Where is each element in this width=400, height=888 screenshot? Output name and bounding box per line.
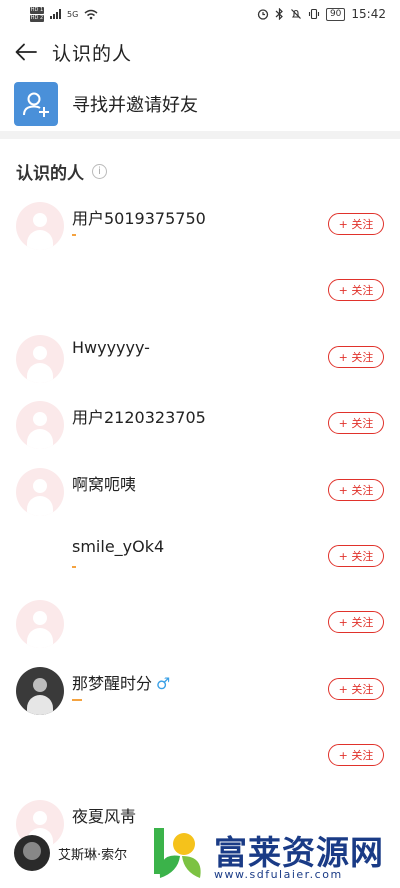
status-right: 90 15:42 bbox=[257, 7, 386, 21]
list-item[interactable]: + 关注 bbox=[0, 590, 400, 656]
mute-icon bbox=[291, 9, 301, 19]
avatar[interactable] bbox=[16, 202, 64, 250]
avatar[interactable] bbox=[16, 268, 64, 316]
avatar[interactable] bbox=[16, 534, 64, 582]
bluetooth-icon bbox=[275, 8, 283, 20]
list-item[interactable]: 啊窝呃咦 + 关注 bbox=[0, 458, 400, 524]
list-item[interactable]: + 关注 bbox=[0, 723, 400, 789]
alarm-icon bbox=[257, 9, 269, 20]
follow-button[interactable]: + 关注 bbox=[328, 213, 384, 235]
list-item[interactable]: 那梦醒时分 ♂ + 关注 bbox=[0, 657, 400, 723]
person-name: 夜夏风靑 bbox=[72, 806, 137, 826]
avatar[interactable] bbox=[16, 600, 64, 649]
follow-button[interactable]: + 关注 bbox=[328, 478, 384, 501]
app-header: 认识的人 bbox=[0, 30, 400, 74]
list-item[interactable]: + 关注 bbox=[0, 258, 400, 324]
bottom-user-name[interactable]: 艾斯琳·索尔 bbox=[58, 844, 127, 863]
watermark: 富莱资源网 www.sdfulaier.com bbox=[150, 818, 400, 888]
avatar[interactable] bbox=[16, 334, 64, 383]
sim-indicators: HD 1 HD 2 bbox=[30, 6, 44, 22]
list-item[interactable]: 用户5019375750 + 关注 bbox=[0, 192, 400, 258]
male-icon: ♂ bbox=[156, 673, 171, 693]
bottom-user-avatar[interactable] bbox=[14, 835, 50, 871]
page-title: 认识的人 bbox=[52, 42, 133, 65]
wifi-icon bbox=[84, 9, 98, 19]
status-bar: HD 1 HD 2 5G 90 15:42 bbox=[0, 0, 400, 28]
info-icon[interactable]: i bbox=[92, 164, 107, 179]
section-title: 认识的人 i bbox=[16, 159, 107, 184]
level-badge bbox=[72, 698, 82, 701]
arrow-left-icon bbox=[15, 43, 37, 61]
network-label: 5G bbox=[67, 9, 79, 19]
watermark-logo-icon bbox=[154, 828, 201, 878]
list-item[interactable]: smile_yOk4 + 关注 bbox=[0, 524, 400, 590]
watermark-text: 富莱资源网 bbox=[214, 833, 384, 872]
sim2-badge: HD 2 bbox=[30, 14, 44, 22]
follow-button[interactable]: + 关注 bbox=[328, 279, 384, 302]
signal-icon bbox=[50, 9, 61, 19]
person-name: 啊窝呃咦 bbox=[72, 474, 137, 494]
follow-button[interactable]: + 关注 bbox=[328, 345, 384, 368]
add-person-icon bbox=[14, 82, 58, 126]
follow-button[interactable]: + 关注 bbox=[328, 611, 384, 634]
person-name: Hwyyyyy- bbox=[72, 337, 150, 357]
follow-button[interactable]: + 关注 bbox=[328, 677, 384, 700]
sim1-badge: HD 1 bbox=[30, 6, 44, 14]
status-left: HD 1 HD 2 5G bbox=[30, 6, 98, 22]
people-list: 用户5019375750 + 关注 + 关注 Hwyyyyy- + 关注 用户2… bbox=[0, 192, 400, 856]
person-name: 用户5019375750 bbox=[72, 209, 206, 228]
person-name: 用户2120323705 bbox=[72, 408, 206, 428]
invite-friends-label: 寻找并邀请好友 bbox=[72, 95, 198, 116]
avatar[interactable] bbox=[16, 467, 64, 516]
avatar[interactable] bbox=[16, 733, 64, 781]
section-title-text: 认识的人 bbox=[16, 164, 84, 184]
list-item[interactable]: Hwyyyyy- + 关注 bbox=[0, 325, 400, 391]
invite-friends-row[interactable]: 寻找并邀请好友 bbox=[14, 82, 386, 126]
person-name: smile_yOk4 bbox=[72, 536, 165, 556]
section-divider bbox=[0, 131, 400, 139]
follow-button[interactable]: + 关注 bbox=[328, 544, 384, 567]
avatar[interactable] bbox=[16, 666, 64, 715]
level-badge bbox=[72, 565, 76, 568]
vibrate-icon bbox=[308, 8, 320, 20]
level-badge bbox=[72, 234, 76, 236]
battery-indicator: 90 bbox=[325, 7, 346, 21]
person-name-text: 那梦醒时分 bbox=[72, 673, 153, 693]
follow-button[interactable]: + 关注 bbox=[328, 744, 384, 767]
status-time: 15:42 bbox=[351, 7, 386, 21]
back-button[interactable] bbox=[0, 30, 52, 74]
person-name: 那梦醒时分 ♂ bbox=[72, 670, 170, 694]
avatar[interactable] bbox=[16, 401, 64, 450]
follow-button[interactable]: + 关注 bbox=[328, 412, 384, 435]
list-item[interactable]: 用户2120323705 + 关注 bbox=[0, 391, 400, 457]
watermark-url: www.sdfulaier.com bbox=[214, 868, 343, 881]
